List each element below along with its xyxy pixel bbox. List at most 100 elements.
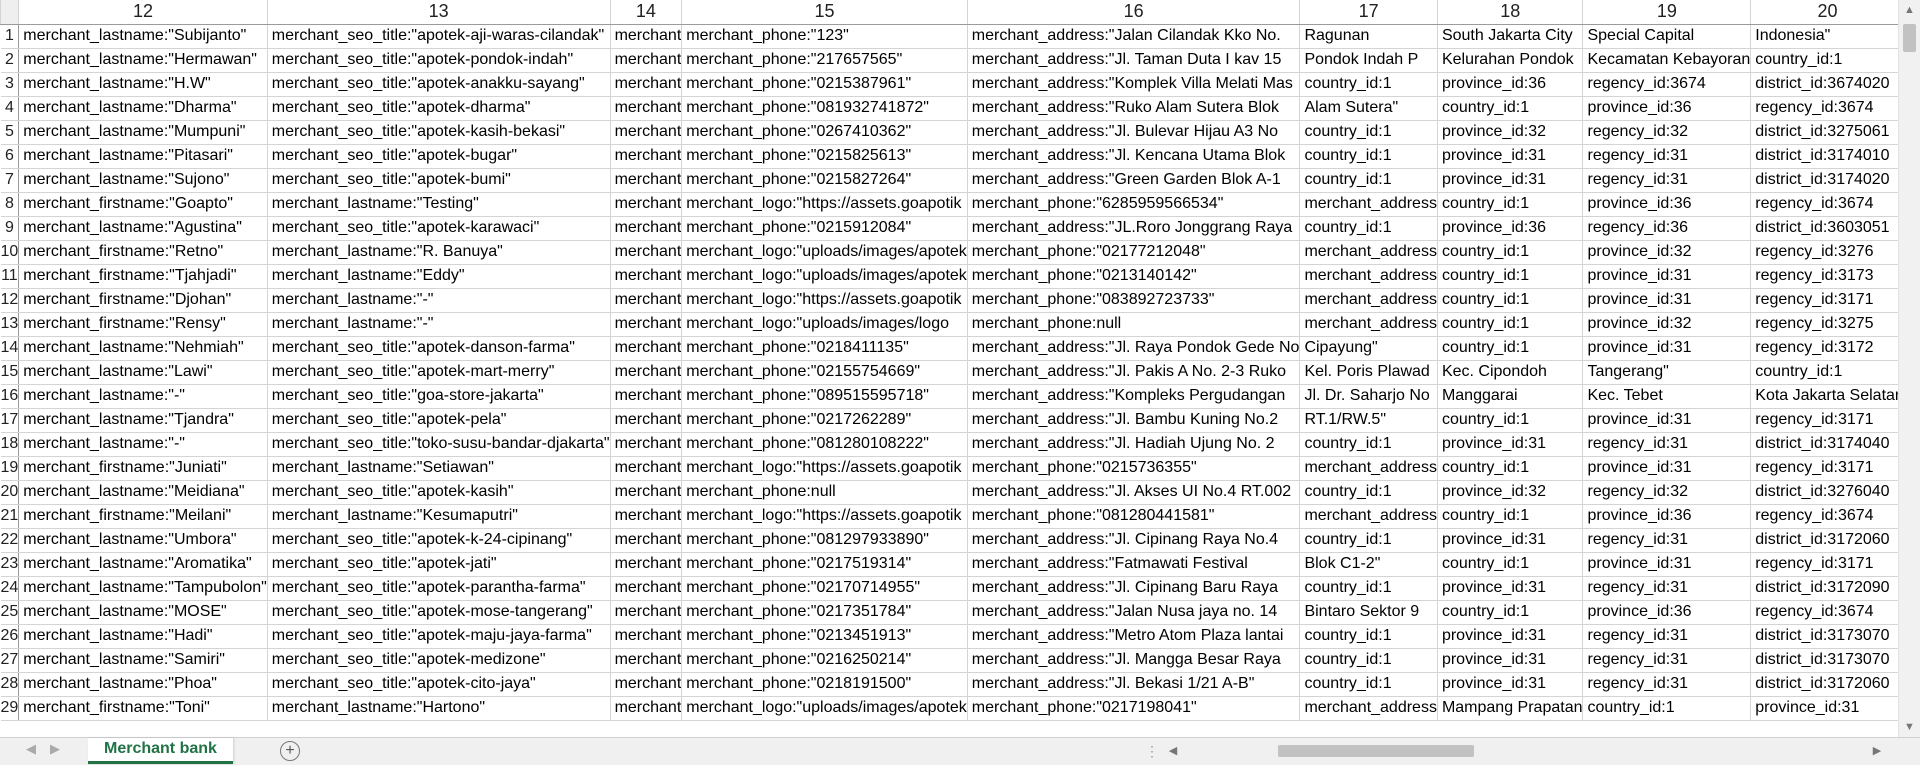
cell[interactable]: merchant_seo_title:"apotek-bugar" — [266, 143, 611, 169]
cell[interactable]: province_id:31 — [1436, 143, 1584, 169]
cell[interactable]: country_id:1 — [1436, 503, 1584, 529]
cell[interactable]: country_id:1 — [1299, 527, 1438, 553]
cell[interactable]: Special Capital — [1582, 23, 1752, 49]
cell[interactable]: merchant_lastname:"MOSE" — [18, 599, 268, 625]
row-header[interactable]: 17 — [0, 407, 20, 433]
cell[interactable]: merchant — [609, 623, 683, 649]
cell[interactable]: merchant_address:"Jl. Hadiah Ujung No. 2 — [966, 431, 1301, 457]
cell[interactable]: province_id:31 — [1436, 167, 1584, 193]
horizontal-scrollbar[interactable]: ◀ ▶ — [1164, 741, 1886, 761]
cell[interactable]: Kel. Poris Plawad — [1299, 359, 1438, 385]
cell[interactable]: merchant_address:"Jl. Bekasi 1/21 A-B" — [966, 671, 1301, 697]
cell[interactable]: merchant — [609, 287, 683, 313]
row-header[interactable]: 1 — [0, 23, 20, 49]
cell[interactable]: merchant_lastname:"Nehmiah" — [18, 335, 268, 361]
cell[interactable]: country_id:1 — [1299, 479, 1438, 505]
cell[interactable]: Kecamatan Kebayoran — [1582, 47, 1752, 73]
cell[interactable]: merchant_lastname:"Samiri" — [18, 647, 268, 673]
cell[interactable]: merchant_lastname:"Aromatika" — [18, 551, 268, 577]
cell[interactable]: merchant_phone:"6285959566534" — [966, 191, 1301, 217]
cell[interactable]: merchant_phone:"0215827264" — [681, 167, 968, 193]
cell[interactable]: regency_id:31 — [1582, 575, 1752, 601]
cell[interactable]: merchant_address:"Jl. Taman Duta I kav 1… — [966, 47, 1301, 73]
cell[interactable]: district_id:3275061 — [1750, 119, 1898, 145]
cell[interactable]: province_id:32 — [1436, 479, 1584, 505]
cell[interactable]: merchant — [609, 23, 683, 49]
cell[interactable]: merchant_firstname:"Rensy" — [18, 311, 268, 337]
cell[interactable]: merchant_lastname:"-" — [266, 311, 611, 337]
cell[interactable]: merchant_address — [1299, 311, 1438, 337]
column-header[interactable]: 19 — [1582, 0, 1752, 25]
cell[interactable]: province_id:31 — [1582, 335, 1752, 361]
cell[interactable]: merchant_phone:"083892723733" — [966, 287, 1301, 313]
cell[interactable]: merchant_seo_title:"apotek-pondok-indah" — [266, 47, 611, 73]
row-header[interactable]: 4 — [0, 95, 20, 121]
cell[interactable]: merchant_phone:"0213451913" — [681, 623, 968, 649]
row-header[interactable]: 8 — [0, 191, 20, 217]
cell[interactable]: country_id:1 — [1299, 575, 1438, 601]
cell[interactable]: regency_id:3172 — [1750, 335, 1898, 361]
cell[interactable]: country_id:1 — [1436, 335, 1584, 361]
row-header[interactable]: 15 — [0, 359, 20, 385]
row-header[interactable]: 13 — [0, 311, 20, 337]
cell[interactable]: merchant — [609, 359, 683, 385]
cell[interactable]: merchant_seo_title:"apotek-aji-waras-cil… — [266, 23, 611, 49]
cell[interactable]: merchant_seo_title:"apotek-pela" — [266, 407, 611, 433]
cell[interactable]: province_id:31 — [1436, 671, 1584, 697]
cell[interactable]: merchant_phone:"123" — [681, 23, 968, 49]
cell[interactable]: merchant — [609, 527, 683, 553]
cell[interactable]: merchant_lastname:"-" — [18, 383, 268, 409]
cell[interactable]: province_id:36 — [1436, 215, 1584, 241]
cell[interactable]: country_id:1 — [1436, 599, 1584, 625]
row-header[interactable]: 20 — [0, 479, 20, 505]
row-header[interactable]: 26 — [0, 623, 20, 649]
row-header[interactable]: 9 — [0, 215, 20, 241]
cell[interactable]: district_id:3674020 — [1750, 71, 1898, 97]
cell[interactable]: merchant_address:"Jl. Kencana Utama Blok — [966, 143, 1301, 169]
cell[interactable]: Jl. Dr. Saharjo No — [1299, 383, 1438, 409]
cell[interactable]: merchant_phone:"02170714955" — [681, 575, 968, 601]
cell[interactable]: merchant — [609, 695, 683, 721]
scroll-right-icon[interactable]: ▶ — [1868, 741, 1886, 761]
column-header[interactable]: 17 — [1299, 0, 1438, 25]
cell[interactable]: Indonesia" — [1750, 23, 1898, 49]
row-header[interactable]: 14 — [0, 335, 20, 361]
cell[interactable]: country_id:1 — [1299, 671, 1438, 697]
cell[interactable]: province_id:31 — [1436, 647, 1584, 673]
spreadsheet-grid[interactable]: 12131415161718192021222324 1merchant_las… — [0, 0, 1898, 737]
row-header[interactable]: 5 — [0, 119, 20, 145]
cell[interactable]: Kelurahan Pondok — [1436, 47, 1584, 73]
cell[interactable]: country_id:1 — [1299, 143, 1438, 169]
cell[interactable]: merchant_lastname:"Tampubolon" — [18, 575, 268, 601]
cell[interactable]: Mampang Prapatan — [1436, 695, 1584, 721]
cell[interactable]: merchant — [609, 47, 683, 73]
cell[interactable]: regency_id:31 — [1582, 527, 1752, 553]
cell[interactable]: province_id:31 — [1436, 527, 1584, 553]
cell[interactable]: merchant_lastname:"Umbora" — [18, 527, 268, 553]
cell[interactable]: regency_id:3674 — [1750, 191, 1898, 217]
cell[interactable]: regency_id:31 — [1582, 431, 1752, 457]
cell[interactable]: province_id:31 — [1436, 431, 1584, 457]
cell[interactable]: district_id:3603051 — [1750, 215, 1898, 241]
cell[interactable]: merchant — [609, 215, 683, 241]
cell[interactable]: regency_id:36 — [1582, 215, 1752, 241]
cell[interactable]: merchant_lastname:"Tjandra" — [18, 407, 268, 433]
cell[interactable]: merchant_address:"Jalan Nusa jaya no. 14 — [966, 599, 1301, 625]
cell[interactable]: merchant_seo_title:"apotek-bumi" — [266, 167, 611, 193]
cell[interactable]: Bintaro Sektor 9 — [1299, 599, 1438, 625]
cell[interactable]: province_id:31 — [1582, 551, 1752, 577]
cell[interactable]: country_id:1 — [1436, 95, 1584, 121]
cell[interactable]: merchant_address — [1299, 455, 1438, 481]
cell[interactable]: regency_id:31 — [1582, 143, 1752, 169]
row-header[interactable]: 27 — [0, 647, 20, 673]
cell[interactable]: regency_id:3171 — [1750, 455, 1898, 481]
row-header[interactable]: 23 — [0, 551, 20, 577]
cell[interactable]: country_id:1 — [1299, 71, 1438, 97]
column-header[interactable]: 18 — [1436, 0, 1584, 25]
row-header[interactable]: 21 — [0, 503, 20, 529]
cell[interactable]: merchant_seo_title:"goa-store-jakarta" — [266, 383, 611, 409]
cell[interactable]: regency_id:3171 — [1750, 407, 1898, 433]
cell[interactable]: merchant_address:"Jl. Pakis A No. 2-3 Ru… — [966, 359, 1301, 385]
cell[interactable]: Pondok Indah P — [1299, 47, 1438, 73]
cell[interactable]: merchant_logo:"uploads/images/apotek — [681, 263, 968, 289]
